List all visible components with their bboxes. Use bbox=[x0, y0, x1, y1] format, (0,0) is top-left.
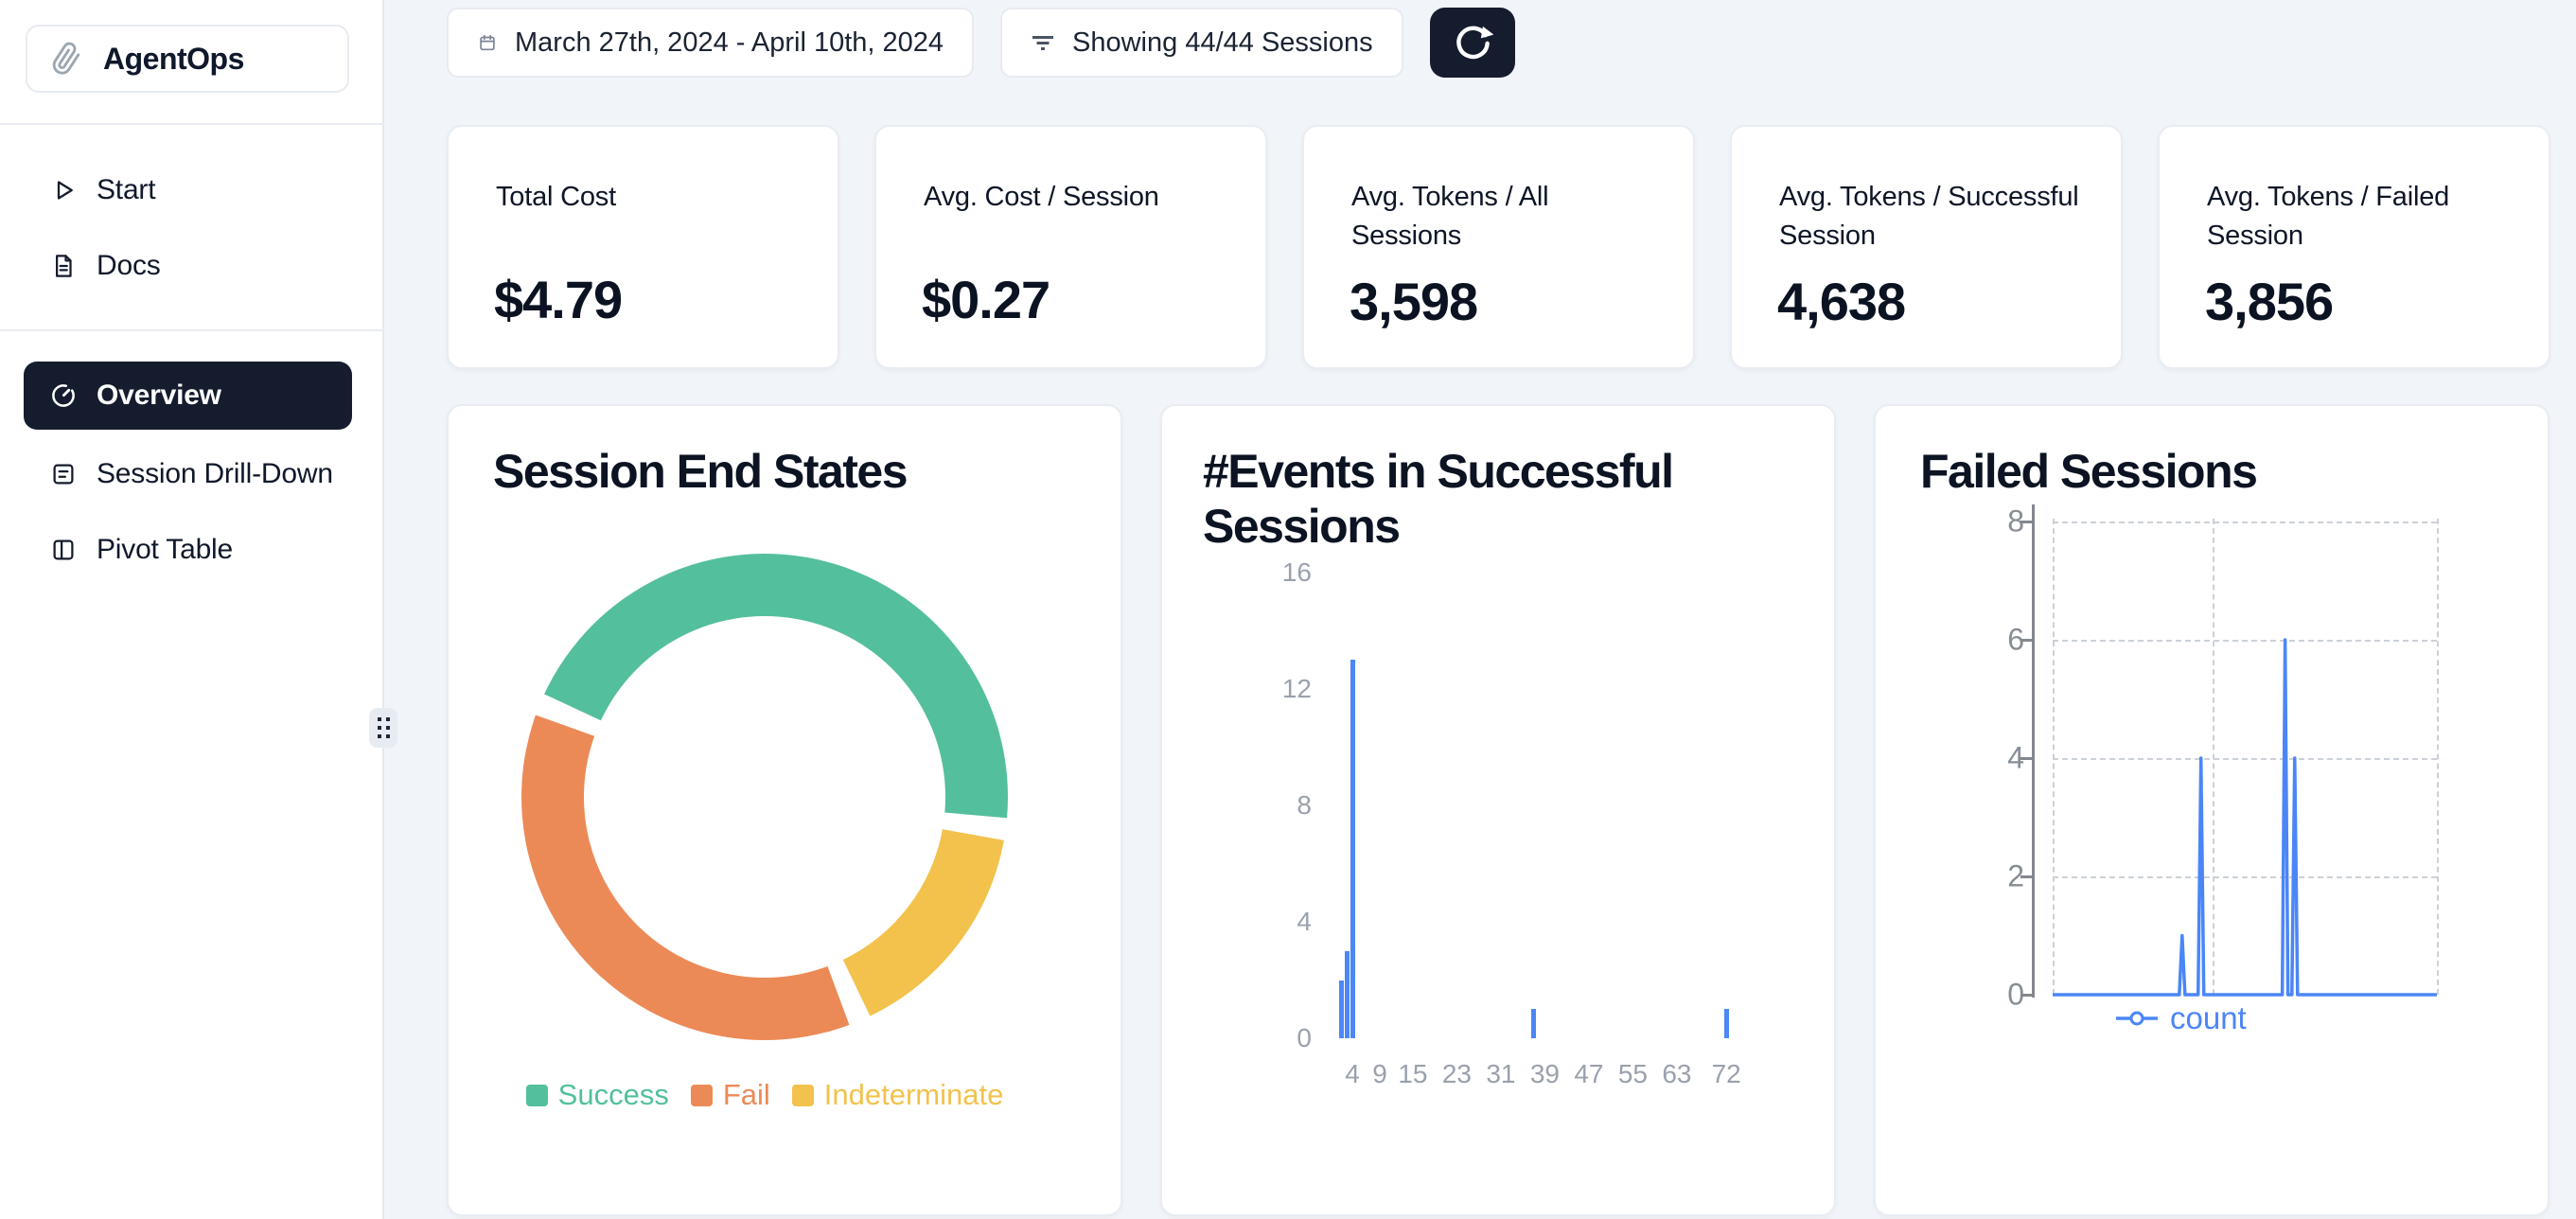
sidebar-item-session-drill-down[interactable]: Session Drill-Down bbox=[24, 447, 352, 502]
stat-label: Total Cost bbox=[496, 178, 800, 217]
legend-item-fail[interactable]: Fail bbox=[691, 1078, 770, 1112]
x-tick-label: 15 bbox=[1398, 1059, 1427, 1089]
sidebar-item-overview[interactable]: Overview bbox=[24, 362, 352, 430]
date-range-label: March 27th, 2024 - April 10th, 2024 bbox=[515, 27, 944, 59]
sidebar: AgentOps Start Docs bbox=[0, 0, 384, 1219]
y-tick-label: 12 bbox=[1245, 674, 1312, 704]
histogram-bar bbox=[1531, 1009, 1536, 1038]
stat-card-avg-tokens-failed: Avg. Tokens / Failed Session 3,856 bbox=[2158, 125, 2550, 369]
legend-swatch bbox=[526, 1085, 548, 1106]
x-tick-label: 31 bbox=[1486, 1059, 1515, 1089]
line-legend-marker-icon bbox=[2115, 1008, 2159, 1029]
donut-segment[interactable] bbox=[521, 715, 849, 1040]
donut-legend: Success Fail Indeterminate bbox=[449, 1078, 1081, 1112]
line-chart: 02468 bbox=[1876, 406, 2548, 1214]
x-tick-label: 72 bbox=[1712, 1059, 1741, 1089]
stat-card-total-cost: Total Cost $4.79 bbox=[447, 125, 839, 369]
y-tick-label: 8 bbox=[1245, 790, 1312, 821]
legend-label: Fail bbox=[723, 1078, 770, 1112]
legend-swatch bbox=[691, 1085, 713, 1106]
x-tick-label: 47 bbox=[1574, 1059, 1603, 1089]
histogram-bar bbox=[1350, 660, 1355, 1038]
x-tick-label: 23 bbox=[1442, 1059, 1472, 1089]
legend-item-success[interactable]: Success bbox=[526, 1078, 669, 1112]
line-legend-count[interactable]: count bbox=[2115, 1000, 2247, 1036]
sidebar-item-label: Pivot Table bbox=[97, 534, 233, 566]
sidebar-item-label: Overview bbox=[97, 380, 221, 412]
x-tick-label: 39 bbox=[1530, 1059, 1560, 1089]
stat-label: Avg. Tokens / Successful Session bbox=[1779, 178, 2083, 255]
stat-label: Avg. Tokens / Failed Session bbox=[2207, 178, 2511, 255]
filter-label: Showing 44/44 Sessions bbox=[1072, 27, 1373, 59]
bar-chart: 0481216491523313947556372 bbox=[1162, 406, 1834, 1214]
legend-label: Indeterminate bbox=[824, 1078, 1004, 1112]
stat-value: $0.27 bbox=[922, 269, 1050, 330]
histogram-bar bbox=[1724, 1009, 1729, 1038]
count-series-line bbox=[1876, 406, 2551, 1218]
brand-name: AgentOps bbox=[103, 42, 244, 77]
paperclip-logo-icon bbox=[50, 43, 82, 75]
sidebar-resize-handle[interactable] bbox=[369, 708, 397, 748]
stat-label: Avg. Tokens / All Sessions bbox=[1351, 178, 1655, 255]
sidebar-item-label: Start bbox=[97, 174, 155, 206]
sidebar-item-label: Session Drill-Down bbox=[97, 458, 333, 490]
stat-value: $4.79 bbox=[494, 269, 622, 330]
line-legend-label: count bbox=[2170, 1000, 2247, 1036]
list-icon bbox=[49, 460, 78, 488]
sidebar-item-docs[interactable]: Docs bbox=[24, 238, 352, 293]
sidebar-item-label: Docs bbox=[97, 250, 161, 282]
histogram-bar bbox=[1339, 980, 1344, 1039]
filter-icon bbox=[1031, 31, 1055, 54]
x-tick-label: 63 bbox=[1662, 1059, 1691, 1089]
legend-label: Success bbox=[558, 1078, 669, 1112]
agentops-dashboard: AgentOps Start Docs bbox=[0, 0, 2576, 1219]
y-tick-label: 4 bbox=[1245, 907, 1312, 937]
sidebar-divider bbox=[0, 329, 384, 331]
calendar-icon bbox=[477, 32, 498, 53]
refresh-icon bbox=[1449, 19, 1496, 66]
date-range-button[interactable]: March 27th, 2024 - April 10th, 2024 bbox=[447, 8, 974, 78]
sidebar-item-start[interactable]: Start bbox=[24, 163, 352, 218]
columns-icon bbox=[49, 536, 78, 564]
x-tick-label: 4 bbox=[1345, 1059, 1360, 1089]
filter-button[interactable]: Showing 44/44 Sessions bbox=[1000, 8, 1403, 78]
topbar: March 27th, 2024 - April 10th, 2024 Show… bbox=[447, 8, 1515, 78]
stat-value: 3,856 bbox=[2205, 271, 2333, 332]
stat-label: Avg. Cost / Session bbox=[924, 178, 1227, 217]
document-icon bbox=[49, 252, 78, 280]
gauge-icon bbox=[49, 381, 78, 410]
legend-swatch bbox=[792, 1085, 814, 1106]
legend-item-indeterminate[interactable]: Indeterminate bbox=[792, 1078, 1004, 1112]
session-end-states-card: Session End States Success Fail Indeterm… bbox=[447, 404, 1122, 1216]
donut-segment[interactable] bbox=[544, 554, 1008, 818]
stat-card-avg-tokens-all: Avg. Tokens / All Sessions 3,598 bbox=[1302, 125, 1695, 369]
y-tick-label: 0 bbox=[1245, 1023, 1312, 1053]
stat-value: 3,598 bbox=[1350, 271, 1477, 332]
failed-sessions-card: Failed Sessions 02468 count bbox=[1874, 404, 2550, 1216]
stat-card-avg-cost-session: Avg. Cost / Session $0.27 bbox=[874, 125, 1267, 369]
refresh-button[interactable] bbox=[1430, 8, 1515, 78]
x-tick-label: 55 bbox=[1618, 1059, 1648, 1089]
y-tick-label: 16 bbox=[1245, 557, 1312, 588]
x-tick-label: 9 bbox=[1372, 1059, 1387, 1089]
brand-logo[interactable]: AgentOps bbox=[26, 25, 349, 93]
sidebar-item-pivot-table[interactable]: Pivot Table bbox=[24, 522, 352, 577]
sidebar-divider bbox=[0, 123, 384, 125]
donut-segment[interactable] bbox=[843, 829, 1004, 1016]
histogram-bar bbox=[1345, 951, 1350, 1038]
stat-value: 4,638 bbox=[1777, 271, 1905, 332]
stat-card-avg-tokens-successful: Avg. Tokens / Successful Session 4,638 bbox=[1730, 125, 2123, 369]
play-icon bbox=[49, 176, 78, 204]
events-histogram-card: #Events in Successful Sessions 048121649… bbox=[1160, 404, 1836, 1216]
